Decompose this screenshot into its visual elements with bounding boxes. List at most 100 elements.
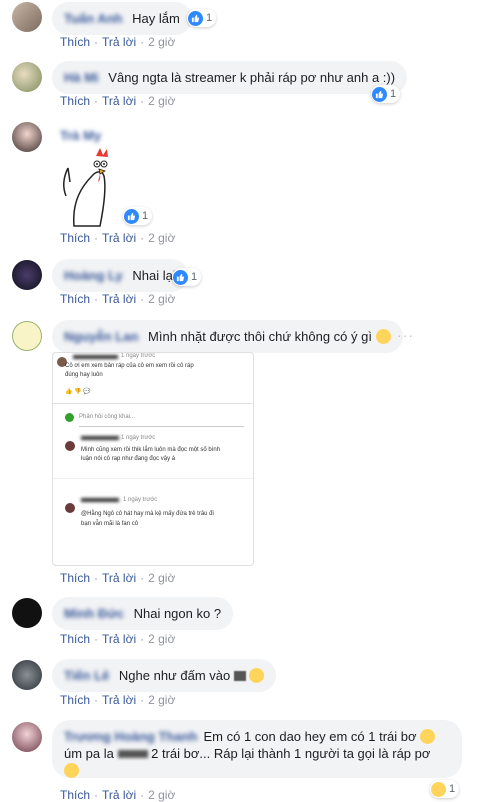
comment-text: Vâng ngta là streamer k phải ráp pơ như … [108,70,396,85]
reply-link[interactable]: Trả lời [102,693,136,707]
commenter-name[interactable]: Minh Đức [64,605,124,622]
timestamp: 1 ngày trước [123,497,158,503]
commenter-name[interactable]: Hoàng Ly [64,267,123,284]
screenshot-text: Cô ơi em xem bản ráp của cô em xem rồi c… [65,363,194,369]
avatar[interactable] [12,122,42,152]
like-icon [173,269,188,285]
comment-text: Em có 1 con dao hey em có 1 trái bơ [203,729,417,744]
divider [53,403,253,404]
reply-link[interactable]: Trả lời [102,632,136,646]
avatar[interactable] [12,260,42,290]
emoji-icon [249,668,265,683]
reply-link[interactable]: Trả lời [102,788,136,802]
avatar[interactable] [12,598,42,628]
comment-text: Nhai lại [132,268,176,283]
like-link[interactable]: Thích [60,693,90,707]
emoji-icon [64,763,79,778]
reaction-count[interactable]: 1 [172,268,202,286]
comment-actions: Thích · Trả lời · 2 giờ [60,693,176,707]
emoji-icon [420,729,436,744]
like-link[interactable]: Thích [60,571,90,585]
blurred-name [81,436,119,440]
avatar[interactable] [12,62,42,92]
comment-text: úm pa la [64,746,114,761]
divider [53,478,253,479]
timestamp[interactable]: 2 giờ [148,693,175,707]
avatar[interactable] [12,722,42,752]
reply-link[interactable]: Trả lời [102,571,136,585]
more-options-icon[interactable]: ··· [397,327,414,343]
comment-text: Nghe như đấm vào [118,668,231,683]
timestamp[interactable]: 2 giờ [148,632,175,646]
like-icon [188,10,203,26]
comment-actions: Thích · Trả lời · 2 giờ [60,35,176,49]
commenter-name[interactable]: Trương Hoàng Thanh [64,728,197,745]
like-link[interactable]: Thích [60,35,90,49]
emoji-icon [375,329,391,344]
reply-link[interactable]: Trả lời [102,292,136,306]
reaction-count[interactable]: 1 [371,85,401,103]
timestamp[interactable]: 2 giờ [148,231,175,245]
reply-placeholder: Phản hồi công khai... [79,414,136,420]
like-link[interactable]: Thích [60,231,90,245]
comment-bubble: Nguyễn Lan Mình nhặt được thôi chứ không… [52,320,403,353]
chicken-sticker[interactable] [52,146,127,231]
reply-link[interactable]: Trả lời [102,231,136,245]
like-icon [124,208,139,224]
screenshot-text: @Hằng Ngô cô hát hay mà kệ mấy đứa trẻ t… [81,511,214,517]
divider [79,426,244,427]
reaction-count[interactable]: 1 [187,9,217,27]
reaction-count[interactable]: 1 [123,207,153,225]
avatar[interactable] [12,660,42,690]
comment-bubble: Hoàng Ly Nhai lại [52,259,188,292]
commenter-name[interactable]: Tuấn Anh [64,10,123,27]
timestamp[interactable]: 2 giờ [148,292,175,306]
timestamp[interactable]: 2 giờ [148,788,175,802]
comment-text: 2 trái bơ... Ráp lại thành 1 người ta gọ… [151,746,431,761]
comment-actions: Thích · Trả lời · 2 giờ [60,632,176,646]
comment-bubble: Minh Đức Nhai ngon ko ? [52,597,234,630]
screenshot-text: đúng hay luôn [65,372,103,378]
blurred-name [73,355,118,359]
blurred-name [81,498,119,502]
screenshot-text: bạn vẫn mãi là fan cô [81,521,139,527]
comment-actions: Thích · Trả lời · 2 giờ [60,94,176,108]
emoji-icon [431,781,446,797]
like-link[interactable]: Thích [60,94,90,108]
comment-actions: Thích · Trả lời · 2 giờ [60,788,176,802]
screenshot-text: Mình cũng xem rồi thik lắm luôn mà đọc m… [81,447,221,453]
avatar [65,413,74,422]
timestamp: 1 ngày trước [121,435,156,441]
timestamp: 1 ngày trước [121,353,156,359]
comment-text: Mình nhặt được thôi chứ không có ý gì [148,329,372,344]
commenter-name[interactable]: Hà Mi [64,69,99,86]
timestamp[interactable]: 2 giờ [148,35,175,49]
commenter-name[interactable]: Nguyễn Lan [64,328,138,345]
like-link[interactable]: Thích [60,292,90,306]
commenter-name[interactable]: Tiến Lê [64,667,109,684]
like-link[interactable]: Thích [60,788,90,802]
reaction-count[interactable]: 1 [430,780,460,798]
timestamp[interactable]: 2 giờ [148,94,175,108]
avatar[interactable] [12,2,42,32]
attached-screenshot[interactable]: 1 ngày trước Cô ơi em xem bản ráp của cô… [52,352,254,566]
screenshot-like-icons: 👍 👎 💬 [65,389,91,395]
blurred-image [233,671,246,681]
like-link[interactable]: Thích [60,632,90,646]
comment-bubble: Hà Mi Vâng ngta là streamer k phải ráp p… [52,61,408,94]
avatar [65,441,75,451]
timestamp[interactable]: 2 giờ [148,571,175,585]
comment-text: Nhai ngon ko ? [133,606,222,621]
screenshot-text: luận nói cô rap như đang đọc vậy á [81,456,176,462]
blurred-text [117,750,148,758]
avatar[interactable] [12,321,42,351]
comment-bubble: Tiến Lê Nghe như đấm vào [52,659,277,692]
comment-actions: Thích · Trả lời · 2 giờ [60,231,176,245]
commenter-name[interactable]: Trà My [60,128,101,143]
comment-actions: Thích · Trả lời · 2 giờ [60,292,176,306]
comment-bubble: Tuấn Anh Hay lắm [52,2,192,35]
reply-link[interactable]: Trả lời [102,35,136,49]
reply-link[interactable]: Trả lời [102,94,136,108]
like-icon [372,86,387,102]
comment-bubble: Trương Hoàng Thanh Em có 1 con dao hey em… [52,720,462,778]
